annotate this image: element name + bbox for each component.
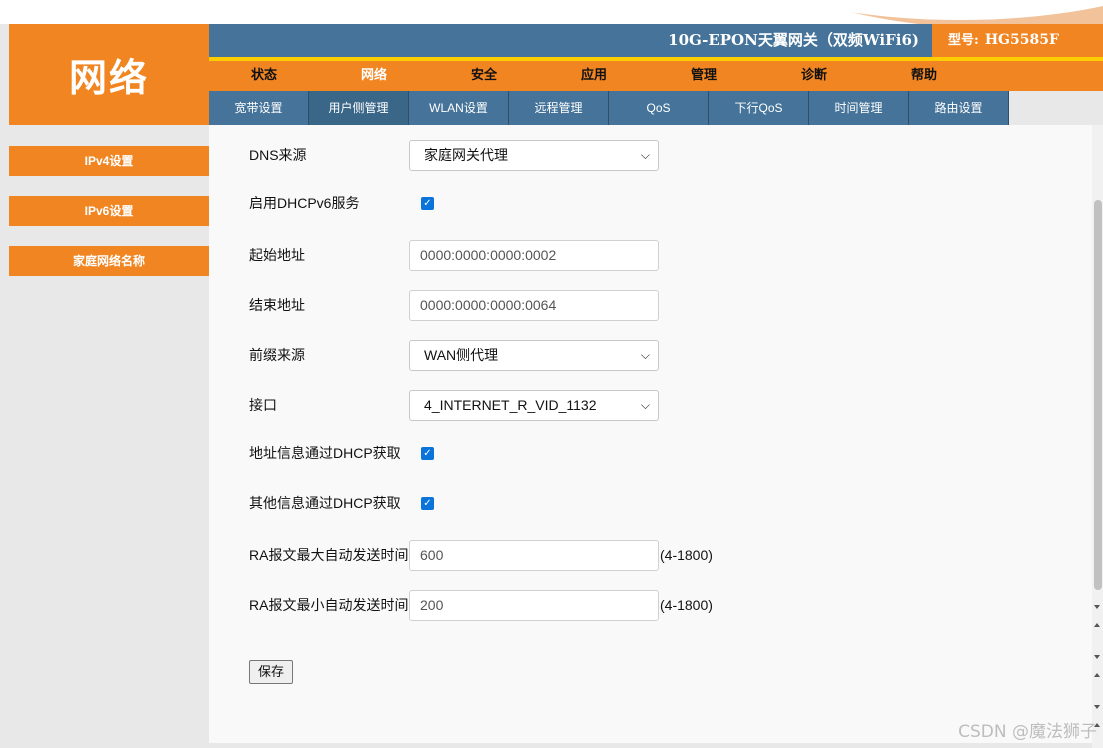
end-address-label: 结束地址 — [249, 297, 305, 313]
prefix-source-select[interactable]: WAN侧代理 ⌵ — [409, 339, 659, 371]
row-dhcpv6: 启用DHCPv6服务 ✓ — [249, 187, 434, 219]
scrollbar-thumb[interactable] — [1094, 200, 1102, 590]
row-ra-max: RA报文最大自动发送时间 600 (4-1800) — [249, 539, 713, 571]
tab-downlink-qos[interactable]: 下行QoS — [709, 91, 809, 125]
end-address-input[interactable]: 0000:0000:0000:0064 — [409, 289, 659, 321]
row-start-address: 起始地址 0000:0000:0000:0002 — [249, 239, 659, 271]
sidebar: IPv4设置 IPv6设置 家庭网络名称 — [9, 125, 209, 748]
dns-source-label: DNS来源 — [249, 147, 307, 163]
prefix-source-value: WAN侧代理 — [424, 347, 499, 363]
settings-panel: DNS来源 家庭网关代理 ⌵ 启用DHCPv6服务 ✓ 起始地址 0000:00… — [209, 125, 1092, 743]
section-logo-text: 网络 — [68, 56, 149, 100]
chevron-down-icon: ⌵ — [640, 397, 650, 412]
tab-time-management[interactable]: 时间管理 — [809, 91, 909, 125]
dns-source-select[interactable]: 家庭网关代理 ⌵ — [409, 139, 659, 171]
row-other-info-dhcp: 其他信息通过DHCP获取 ✓ — [249, 487, 434, 519]
tab-broadband[interactable]: 宽带设置 — [209, 91, 309, 125]
model-value: HG5585F — [984, 32, 1059, 48]
interface-label: 接口 — [249, 397, 277, 413]
sidebar-item-home-network-name[interactable]: 家庭网络名称 — [9, 246, 209, 276]
interface-value: 4_INTERNET_R_VID_1132 — [424, 397, 597, 413]
dhcpv6-label: 启用DHCPv6服务 — [249, 195, 360, 211]
row-interface: 接口 4_INTERNET_R_VID_1132 ⌵ — [249, 389, 659, 421]
ra-min-input[interactable]: 200 — [409, 589, 659, 621]
dns-source-value: 家庭网关代理 — [424, 147, 508, 163]
title-bar: 10G-EPON天翼网关（双频WiFi6) 型号: HG5585F — [209, 24, 1103, 57]
main-nav-apps[interactable]: 应用 — [539, 61, 649, 91]
sidebar-item-ipv6[interactable]: IPv6设置 — [9, 196, 209, 226]
other-info-dhcp-label: 其他信息通过DHCP获取 — [249, 495, 401, 511]
scroll-up-icon[interactable] — [1094, 673, 1100, 677]
device-name: 10G-EPON天翼网关（双频WiFi6) — [668, 31, 919, 49]
tab-routing[interactable]: 路由设置 — [909, 91, 1009, 125]
row-end-address: 结束地址 0000:0000:0000:0064 — [249, 289, 659, 321]
scroll-down-icon[interactable] — [1094, 655, 1100, 659]
ra-min-label: RA报文最小自动发送时间 — [249, 597, 409, 613]
top-banner — [0, 0, 1103, 24]
scroll-down-icon[interactable] — [1094, 605, 1100, 609]
main-nav-security[interactable]: 安全 — [429, 61, 539, 91]
interface-select[interactable]: 4_INTERNET_R_VID_1132 ⌵ — [409, 389, 659, 421]
main-nav-network[interactable]: 网络 — [319, 61, 429, 91]
row-dns-source: DNS来源 家庭网关代理 ⌵ — [249, 139, 659, 171]
watermark: CSDN @魔法狮子 — [958, 722, 1097, 742]
row-addr-info-dhcp: 地址信息通过DHCP获取 ✓ — [249, 437, 434, 469]
row-prefix-source: 前缀来源 WAN侧代理 ⌵ — [249, 339, 659, 371]
sidebar-item-ipv4[interactable]: IPv4设置 — [9, 146, 209, 176]
model-label: 型号: — [948, 33, 979, 48]
row-ra-min: RA报文最小自动发送时间 200 (4-1800) — [249, 589, 713, 621]
main-nav: 状态 网络 安全 应用 管理 诊断 帮助 — [209, 61, 1103, 91]
main-nav-status[interactable]: 状态 — [209, 61, 319, 91]
main-nav-management[interactable]: 管理 — [649, 61, 759, 91]
start-address-input[interactable]: 0000:0000:0000:0002 — [409, 239, 659, 271]
model-box: 型号: HG5585F — [932, 24, 1103, 57]
ra-max-label: RA报文最大自动发送时间 — [249, 547, 409, 563]
prefix-source-label: 前缀来源 — [249, 347, 305, 363]
scroll-down-icon[interactable] — [1094, 705, 1100, 709]
ra-max-input[interactable]: 600 — [409, 539, 659, 571]
page-scrollbar[interactable] — [1092, 125, 1103, 748]
addr-info-dhcp-label: 地址信息通过DHCP获取 — [249, 445, 401, 461]
tab-qos[interactable]: QoS — [609, 91, 709, 125]
chevron-down-icon: ⌵ — [640, 147, 650, 162]
main-nav-diagnostics[interactable]: 诊断 — [759, 61, 869, 91]
ra-max-range-hint: (4-1800) — [660, 547, 713, 563]
tab-wlan[interactable]: WLAN设置 — [409, 91, 509, 125]
ra-min-range-hint: (4-1800) — [660, 597, 713, 613]
scroll-up-icon[interactable] — [1094, 623, 1100, 627]
start-address-label: 起始地址 — [249, 247, 305, 263]
dhcpv6-checkbox[interactable]: ✓ — [421, 196, 434, 210]
section-logo: 网络 — [9, 24, 209, 125]
chevron-down-icon: ⌵ — [640, 347, 650, 362]
addr-info-dhcp-checkbox[interactable]: ✓ — [421, 446, 434, 460]
save-button[interactable]: 保存 — [249, 660, 293, 684]
tab-remote-management[interactable]: 远程管理 — [509, 91, 609, 125]
other-info-dhcp-checkbox[interactable]: ✓ — [421, 496, 434, 510]
main-nav-help[interactable]: 帮助 — [869, 61, 979, 91]
sub-nav: 宽带设置 用户侧管理 WLAN设置 远程管理 QoS 下行QoS 时间管理 路由… — [209, 91, 1103, 125]
tab-lan-management[interactable]: 用户侧管理 — [309, 91, 409, 125]
